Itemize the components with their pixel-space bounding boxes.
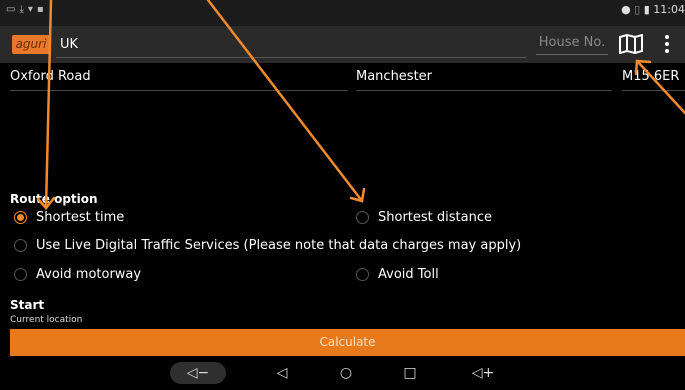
- back-icon[interactable]: ◁: [272, 364, 292, 382]
- recents-icon[interactable]: □: [400, 364, 420, 382]
- battery-icon: ▮: [643, 3, 650, 16]
- option-label: Use Live Digital Traffic Services (Pleas…: [36, 238, 522, 253]
- location-icon: ●: [621, 3, 631, 16]
- option-shortest-time[interactable]: Shortest time: [14, 208, 124, 228]
- radio-icon: [14, 239, 27, 252]
- radio-selected-icon: [14, 211, 27, 224]
- option-label: Shortest distance: [378, 210, 492, 225]
- home-icon[interactable]: ○: [336, 364, 356, 382]
- vibrate-icon: ▯: [634, 3, 641, 16]
- option-label: Avoid Toll: [378, 267, 439, 282]
- status-right: ● ▯ ▮ 11:04: [621, 3, 685, 16]
- option-avoid-motorway[interactable]: Avoid motorway: [14, 265, 141, 285]
- lock-icon: ▪: [36, 4, 48, 15]
- app-bar: aguri UK House No.: [0, 26, 685, 63]
- house-number-input[interactable]: House No.: [536, 32, 608, 55]
- map-icon[interactable]: [619, 34, 643, 54]
- overflow-menu-icon[interactable]: [664, 35, 670, 55]
- calculate-button[interactable]: Calculate: [10, 329, 685, 356]
- wifi-icon: ▾: [27, 4, 37, 15]
- option-shortest-distance[interactable]: Shortest distance: [356, 208, 492, 228]
- screenshot-icon: ▭: [6, 4, 20, 15]
- option-avoid-toll[interactable]: Avoid Toll: [356, 265, 439, 285]
- navigation-bar: ◁− ◁ ○ □ ◁+: [0, 357, 685, 390]
- country-field[interactable]: UK: [60, 37, 78, 52]
- radio-icon: [14, 268, 27, 281]
- status-time: 11:04: [653, 3, 685, 16]
- status-left-icons: ▭⤓▾▪: [6, 4, 48, 15]
- postcode-field[interactable]: M15 6ER: [622, 64, 685, 91]
- option-live-traffic[interactable]: Use Live Digital Traffic Services (Pleas…: [14, 236, 521, 256]
- country-field-underline: [56, 57, 526, 58]
- start-heading: Start: [10, 298, 45, 312]
- download-icon: ⤓: [19, 4, 28, 15]
- radio-icon: [356, 268, 369, 281]
- volume-down-icon[interactable]: ◁−: [170, 362, 226, 384]
- option-label: Avoid motorway: [36, 267, 142, 282]
- street-field[interactable]: Oxford Road: [10, 64, 348, 91]
- volume-up-icon[interactable]: ◁+: [468, 364, 498, 382]
- city-field[interactable]: Manchester: [356, 64, 612, 91]
- aguri-logo: aguri: [12, 35, 50, 54]
- start-location[interactable]: Current location: [10, 315, 82, 325]
- radio-icon: [356, 211, 369, 224]
- route-option-heading: Route option: [10, 192, 98, 206]
- option-label: Shortest time: [36, 210, 125, 225]
- status-bar: ▭⤓▾▪ ● ▯ ▮ 11:04: [0, 0, 685, 26]
